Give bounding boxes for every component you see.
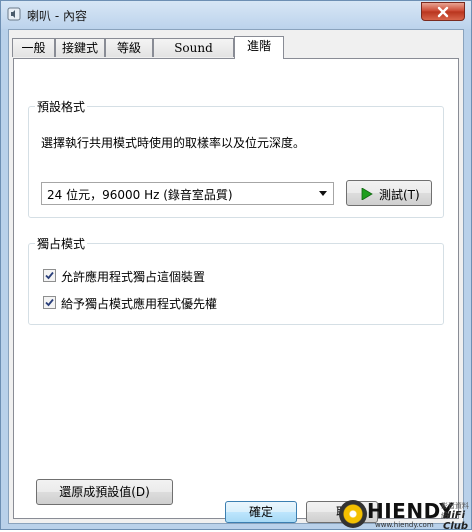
dialog-client-area: 一般 接鍵式 等級 Sound Blaster 進階 預設格式 選擇執行共用模式… [8, 29, 464, 524]
exclusive-mode-group: 獨占模式 允許應用程式獨占這個裝置 給予獨占模式應用程式優先權 [28, 235, 444, 325]
tab-panel-advanced: 預設格式 選擇執行共用模式時使用的取樣率以及位元深度。 24 位元，96000 … [13, 58, 459, 519]
watermark-logo: HIENDY 影音資料網 HiFi Club www.hiendy.com [337, 498, 472, 532]
test-button-label: 測試(T) [379, 188, 420, 202]
test-button[interactable]: 測試(T) [346, 180, 432, 206]
default-format-group: 預設格式 選擇執行共用模式時使用的取樣率以及位元深度。 24 位元，96000 … [28, 98, 444, 218]
format-select-value: 24 位元，96000 Hz (錄音室品質) [47, 188, 233, 202]
allow-exclusive-checkbox[interactable] [43, 269, 56, 282]
tab-strip: 一般 接鍵式 等級 Sound Blaster 進階 [9, 36, 463, 73]
format-select[interactable]: 24 位元，96000 Hz (錄音室品質) [41, 182, 334, 205]
disc-icon [339, 500, 367, 528]
checkmark-icon [45, 298, 54, 307]
chevron-down-icon [319, 191, 327, 196]
exclusive-priority-label: 給予獨占模式應用程式優先權 [61, 297, 218, 311]
tab-advanced[interactable]: 進階 [234, 36, 284, 59]
window-title: 喇叭 - 內容 [27, 9, 87, 23]
close-icon [437, 6, 449, 18]
speaker-icon [7, 7, 21, 21]
properties-window: 喇叭 - 內容 一般 接鍵式 等級 Sound Blaster 進階 預設格式 … [0, 0, 472, 532]
ok-button-label: 確定 [248, 505, 273, 519]
watermark-club: HiFi Club [443, 510, 469, 532]
restore-defaults-label: 還原成預設值(D) [59, 485, 150, 499]
default-format-description: 選擇執行共用模式時使用的取樣率以及位元深度。 [41, 136, 306, 150]
tab-sound-blaster[interactable]: Sound Blaster [153, 38, 234, 73]
tab-connectors[interactable]: 接鍵式 [55, 38, 105, 57]
ok-button[interactable]: 確定 [225, 501, 297, 523]
title-bar[interactable]: 喇叭 - 內容 [1, 1, 471, 29]
tab-general[interactable]: 一般 [12, 38, 55, 57]
allow-exclusive-label: 允許應用程式獨占這個裝置 [61, 270, 206, 284]
exclusive-priority-checkbox[interactable] [43, 296, 56, 309]
watermark-url: www.hiendy.com [375, 521, 434, 529]
default-format-label: 預設格式 [35, 98, 88, 115]
tab-levels[interactable]: 等級 [105, 38, 153, 57]
play-icon [361, 188, 373, 200]
close-button[interactable] [421, 2, 465, 21]
exclusive-mode-label: 獨占模式 [35, 235, 88, 252]
checkmark-icon [45, 271, 54, 280]
restore-defaults-button[interactable]: 還原成預設值(D) [36, 479, 173, 505]
